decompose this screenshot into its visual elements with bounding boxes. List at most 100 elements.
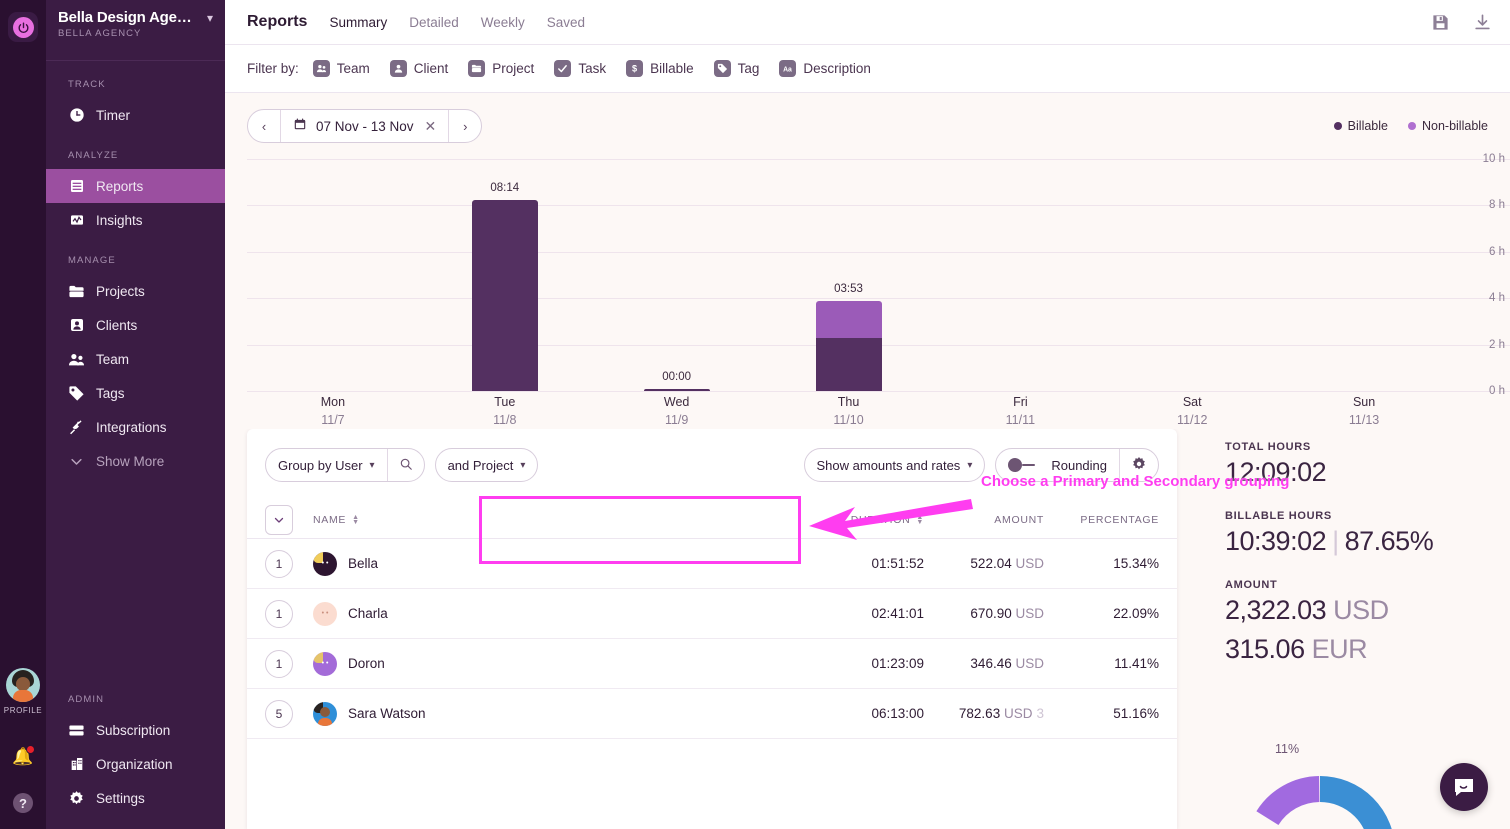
date-range-picker[interactable]: ‹ 07 Nov - 13 Nov ✕ ›	[247, 109, 482, 143]
help-icon[interactable]: ?	[11, 791, 35, 815]
bar-segment-billable	[472, 200, 538, 391]
chevron-down-icon: ▾	[520, 460, 525, 471]
tag-icon	[714, 60, 731, 77]
chart-bar-column[interactable]	[247, 159, 419, 391]
y-axis-tick-label: 6 h	[1489, 246, 1505, 258]
amounts-label: Show amounts and rates	[817, 458, 961, 473]
filter-billable[interactable]: $ Billable	[626, 60, 694, 77]
tab-detailed[interactable]: Detailed	[409, 15, 459, 30]
filter-description[interactable]: Aa Description	[779, 60, 871, 77]
filter-project[interactable]: Project	[468, 60, 534, 77]
app-logo[interactable]	[8, 12, 38, 42]
chart-bar-column[interactable]: 03:53	[763, 159, 935, 391]
show-amounts-select[interactable]: Show amounts and rates ▾	[805, 449, 985, 481]
sidebar-item-settings[interactable]: Settings	[46, 781, 225, 815]
sort-icon: ▲▼	[352, 515, 360, 525]
filter-client[interactable]: Client	[390, 60, 449, 77]
project-icon	[468, 60, 485, 77]
legend-billable: Billable	[1334, 119, 1388, 133]
donut-svg	[1225, 739, 1415, 829]
table-row[interactable]: 5Sara Watson06:13:00782.63 USD351.16%	[247, 689, 1177, 739]
sidebar-item-team[interactable]: Team	[46, 342, 225, 376]
avatar[interactable]	[6, 668, 40, 702]
x-axis-date-label: 11/8	[419, 413, 591, 427]
search-input[interactable]	[388, 449, 424, 481]
sidebar-item-label: Tags	[96, 386, 125, 401]
sidebar-item-show-more[interactable]: Show More	[46, 444, 225, 478]
sidebar-item-subscription[interactable]: Subscription	[46, 713, 225, 747]
tab-saved[interactable]: Saved	[547, 15, 585, 30]
people-icon	[68, 351, 85, 368]
filter-task[interactable]: Task	[554, 60, 606, 77]
search-icon	[399, 457, 413, 474]
tab-weekly[interactable]: Weekly	[481, 15, 525, 30]
chart-bar-column[interactable]: 08:14	[419, 159, 591, 391]
sidebar-item-tags[interactable]: Tags	[46, 376, 225, 410]
amount-usd: 2,322.03 USD	[1225, 595, 1510, 626]
toggle-track	[1022, 464, 1035, 466]
filter-team[interactable]: Team	[313, 60, 370, 77]
group-by-project-select[interactable]: and Project ▾	[436, 449, 538, 481]
chart-bar-column[interactable]	[1106, 159, 1278, 391]
save-disk-icon[interactable]	[1430, 12, 1450, 32]
avatar: • •	[313, 552, 337, 576]
chart-bar-column[interactable]	[934, 159, 1106, 391]
sidebar-item-clients[interactable]: Clients	[46, 308, 225, 342]
download-icon[interactable]	[1472, 12, 1492, 32]
group-primary-label: Group by User	[278, 458, 363, 473]
sidebar-item-projects[interactable]: Projects	[46, 274, 225, 308]
gear-icon	[68, 790, 85, 807]
sidebar-item-label: Organization	[96, 757, 173, 772]
column-header-percentage[interactable]: PERCENTAGE	[1044, 514, 1159, 526]
sidebar-item-integrations[interactable]: Integrations	[46, 410, 225, 444]
sidebar-item-insights[interactable]: Insights	[46, 203, 225, 237]
table-row[interactable]: 1• •Doron01:23:09346.46 USD11.41%	[247, 639, 1177, 689]
billable-hours-label: BILLABLE HOURS	[1225, 510, 1510, 522]
close-icon[interactable]: ✕	[425, 118, 437, 135]
row-percentage: 15.34%	[1044, 556, 1159, 571]
gear-icon	[1131, 456, 1147, 475]
chart-bar-column[interactable]: 00:00	[591, 159, 763, 391]
table-row[interactable]: 1• •Charla02:41:01670.90 USD22.09%	[247, 589, 1177, 639]
date-range-text: 07 Nov - 13 Nov	[316, 119, 414, 134]
sidebar-item-organization[interactable]: Organization	[46, 747, 225, 781]
icon-rail: PROFILE 🔔 ?	[0, 0, 46, 829]
primary-grouping-pill[interactable]: Group by User ▾	[265, 448, 425, 482]
bar-value-label: 03:53	[834, 283, 863, 295]
sidebar-item-reports[interactable]: Reports	[46, 169, 225, 203]
y-axis-tick-label: 2 h	[1489, 339, 1505, 351]
sidebar: Bella Design Age… ▾ BELLA AGENCY TRACK T…	[46, 0, 225, 829]
prev-period-button[interactable]: ‹	[248, 110, 280, 142]
filter-bar: Filter by: Team Client Project	[225, 45, 1510, 93]
row-entry-count: 1	[265, 600, 293, 628]
task-check-icon	[554, 60, 571, 77]
sidebar-item-label: Settings	[96, 791, 145, 806]
org-subtitle: BELLA AGENCY	[58, 28, 213, 39]
tab-summary[interactable]: Summary	[329, 15, 387, 30]
row-entry-count: 5	[265, 700, 293, 728]
row-name-label: Charla	[348, 606, 388, 621]
avatar: • •	[313, 602, 337, 626]
amounts-select-pill[interactable]: Show amounts and rates ▾	[804, 448, 986, 482]
secondary-grouping-pill[interactable]: and Project ▾	[435, 448, 539, 482]
notification-dot	[26, 745, 35, 754]
sidebar-item-timer[interactable]: Timer	[46, 98, 225, 132]
date-range-field[interactable]: 07 Nov - 13 Nov ✕	[280, 110, 449, 142]
table-row[interactable]: 1• •Bella01:51:52522.04 USD15.34%	[247, 539, 1177, 589]
column-label-percentage: PERCENTAGE	[1080, 514, 1159, 526]
next-period-button[interactable]: ›	[449, 110, 481, 142]
chat-bubble-icon[interactable]	[1440, 763, 1488, 811]
filter-tag[interactable]: Tag	[714, 60, 760, 77]
expand-all-button[interactable]	[265, 505, 293, 535]
legend-label: Billable	[1348, 119, 1388, 133]
row-amount-value: 782.63	[959, 706, 1000, 721]
chart-bar-column[interactable]	[1278, 159, 1450, 391]
column-header-name[interactable]: NAME ▲▼	[313, 514, 774, 526]
notification-bell-icon[interactable]: 🔔	[11, 745, 35, 769]
row-percentage: 11.41%	[1044, 656, 1159, 671]
x-axis-day-label: Tue	[419, 395, 591, 409]
toggle-switch[interactable]	[1008, 458, 1036, 472]
nav-section-manage: MANAGE	[46, 237, 225, 274]
org-switcher[interactable]: Bella Design Age… ▾ BELLA AGENCY	[46, 0, 225, 61]
group-by-user-select[interactable]: Group by User ▾	[266, 449, 387, 481]
